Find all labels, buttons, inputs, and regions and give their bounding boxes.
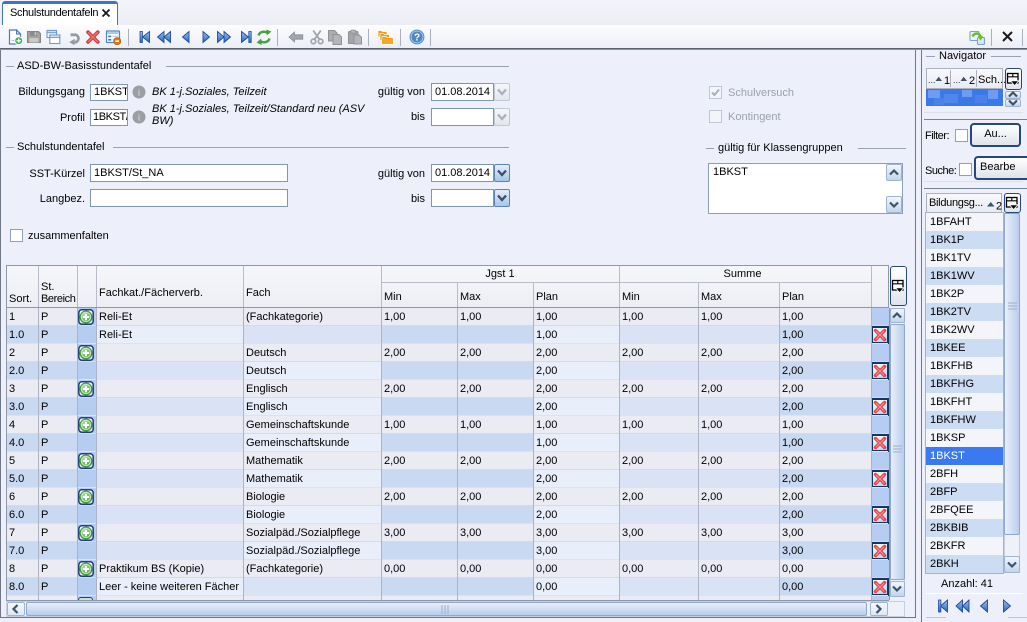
svg-text:?: ? <box>414 33 420 44</box>
svg-text:2: 2 <box>969 75 975 86</box>
svg-text:1: 1 <box>944 75 950 86</box>
svg-text:2: 2 <box>996 201 1002 212</box>
svg-text:...: ... <box>953 75 961 85</box>
svg-text:...: ... <box>928 75 936 85</box>
